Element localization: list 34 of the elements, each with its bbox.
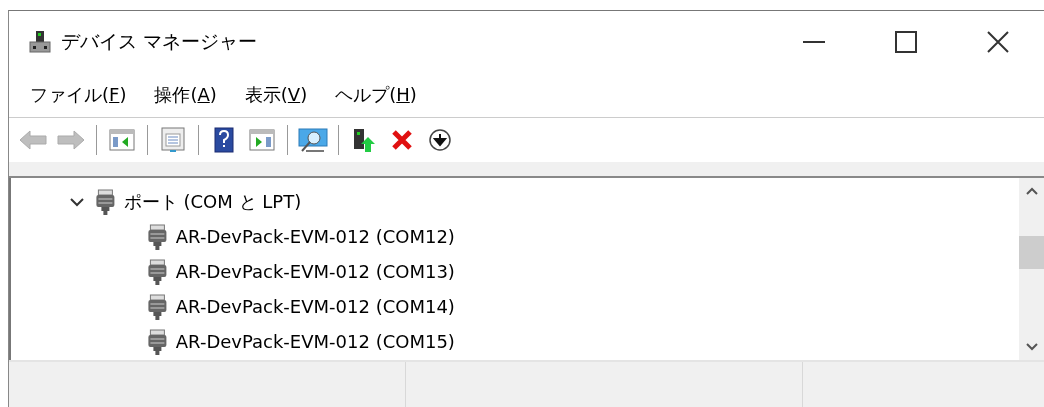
close-icon [987, 31, 1009, 53]
scroll-up-icon[interactable] [1024, 186, 1039, 196]
port-icon [147, 258, 168, 285]
cross-icon [391, 129, 413, 151]
scrollbar-thumb[interactable] [1019, 236, 1044, 269]
tree-item[interactable]: AR-DevPack-EVM-012 (COM13) [175, 261, 455, 282]
monitor-magnifier-icon [298, 127, 328, 153]
chevron-icon [69, 196, 85, 207]
app-icon [29, 30, 51, 54]
port-icon [147, 293, 168, 320]
window-title: デバイス マネージャー [61, 29, 259, 54]
minimize-icon [803, 41, 825, 43]
down-arrow-circle-icon [428, 128, 452, 152]
tree-item[interactable]: AR-DevPack-EVM-012 (COM15) [175, 331, 455, 352]
port-icon [95, 188, 116, 215]
menu-item[interactable]: 操作(A) [151, 81, 220, 109]
back-arrow-icon [19, 130, 47, 150]
scrollbar[interactable] [1019, 178, 1044, 360]
tree-item[interactable]: AR-DevPack-EVM-012 (COM12) [175, 226, 455, 247]
port-icon [147, 328, 168, 355]
help-icon [214, 127, 234, 153]
port-icon [147, 223, 168, 250]
tree-item[interactable]: ポート (COM と LPT) [123, 189, 302, 214]
pane-icon [109, 128, 135, 152]
tree-item[interactable]: AR-DevPack-EVM-012 (COM14) [175, 296, 455, 317]
device-up-arrow-icon [352, 127, 376, 153]
document-icon [160, 127, 186, 153]
menu-item[interactable]: ヘルプ(H) [332, 81, 420, 109]
scroll-down-icon[interactable] [1024, 342, 1039, 352]
pane-icon [249, 128, 275, 152]
menu-item[interactable]: 表示(V) [241, 81, 311, 109]
maximize-icon [895, 31, 917, 53]
forward-arrow-icon [57, 130, 85, 150]
menu-item[interactable]: ファイル(F) [27, 81, 130, 109]
